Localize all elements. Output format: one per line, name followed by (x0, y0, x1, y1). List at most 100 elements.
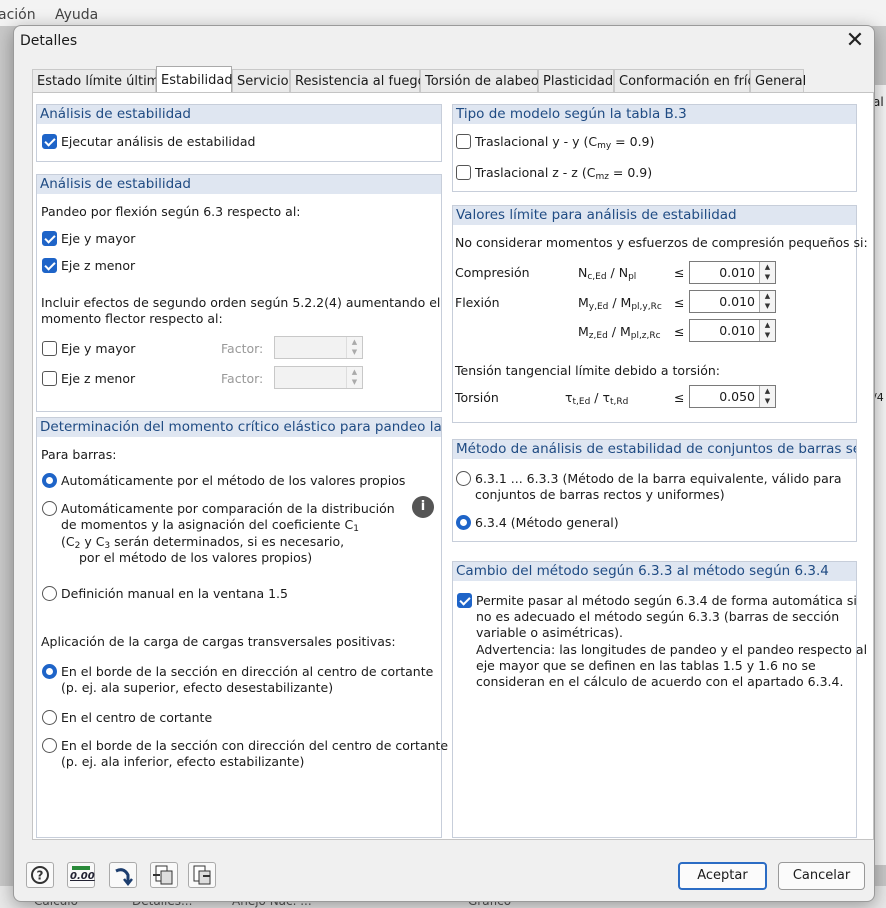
load-top-radio[interactable] (42, 664, 57, 679)
method-change-text: Permite pasar al método según 6.3.4 de f… (476, 593, 857, 608)
flexion-y-formula: My,Ed / Mpl,y,Rc (578, 295, 662, 312)
group-critical-moment: Determinación del momento crítico elásti… (36, 417, 448, 838)
tab-torsion-alabeo[interactable]: Torsión de alabeo (420, 69, 539, 93)
close-icon[interactable]: ✕ (844, 29, 866, 53)
group-title: Tipo de modelo según la tabla B.3 (453, 105, 856, 124)
spinner-arrows-icon[interactable]: ▲ ▼ (759, 386, 775, 407)
help-icon[interactable]: ? (26, 862, 54, 888)
torsion-limit-value[interactable]: 0.050 (719, 389, 755, 404)
tab-content-estabilidad: Análisis de estabilidad Ejecutar análisi… (32, 92, 874, 840)
group-stability-analysis: Análisis de estabilidad Ejecutar análisi… (36, 104, 442, 162)
menu-item-configuracion[interactable]: ación (0, 7, 36, 23)
load-bottom-radio[interactable] (42, 738, 57, 753)
group-stability-axes: Análisis de estabilidad Pandeo por flexi… (36, 174, 442, 412)
dialog-title: Detalles (20, 33, 78, 49)
for-bars-label: Para barras: (41, 447, 117, 462)
torsion-label: Torsión (455, 390, 499, 405)
leq-symbol: ≤ (674, 324, 685, 339)
group-title: Análisis de estabilidad (37, 105, 441, 124)
general-method-radio[interactable] (456, 515, 471, 530)
compression-formula: Nc,Ed / Npl (578, 265, 637, 282)
factor-y-spinner[interactable]: ▲ ▼ (274, 336, 363, 359)
tab-plasticidad[interactable]: Plasticidad (538, 69, 614, 93)
manual-definition-label: Definición manual en la ventana 1.5 (61, 586, 288, 601)
c1-comparison-label: Automáticamente por comparación de la di… (61, 501, 395, 516)
flexion-intro: Pandeo por flexión según 6.3 respecto al… (41, 204, 301, 219)
equivalent-member-label: 6.3.1 ... 6.3.3 (Método de la barra equi… (475, 471, 842, 486)
info-icon[interactable]: i (412, 496, 434, 518)
method-change-text: variable o asimétricas). (476, 625, 623, 640)
dialog-titlebar: Detalles ✕ (14, 26, 874, 60)
tab-estado-limite-ultimo[interactable]: Estado límite último (32, 69, 167, 93)
method-change-warning: Advertencia: las longitudes de pandeo y … (476, 642, 868, 657)
tab-resistencia-fuego[interactable]: Resistencia al fuego (290, 69, 426, 93)
torsion-formula: τt,Ed / τt,Rd (565, 390, 629, 407)
c1-comparison-label: (C2 y C3 serán determinados, si es neces… (61, 534, 345, 551)
tab-general[interactable]: General (750, 69, 806, 93)
sway-y-checkbox[interactable] (456, 134, 471, 149)
load-bottom-label: En el borde de la sección con dirección … (61, 738, 449, 753)
flexion-z-formula: Mz,Ed / Mpl,z,Rc (578, 324, 661, 341)
y-major-checkbox[interactable] (42, 231, 57, 246)
export-document-icon[interactable] (150, 862, 178, 888)
sway-z-checkbox[interactable] (456, 165, 471, 180)
equivalent-member-label: conjuntos de barras rectos y uniformes) (475, 487, 725, 502)
spinner-arrows-icon[interactable]: ▲ ▼ (346, 367, 362, 388)
execute-stability-label: Ejecutar análisis de estabilidad (61, 134, 256, 149)
group-title: Determinación del momento crítico elásti… (37, 418, 441, 437)
factor-z-spinner[interactable]: ▲ ▼ (274, 366, 363, 389)
load-bottom-label: (p. ej. ala inferior, efecto estabilizan… (61, 754, 305, 769)
group-title: Análisis de estabilidad (37, 175, 441, 194)
import-document-icon[interactable] (188, 862, 216, 888)
flexion-z-limit-spinner[interactable]: 0.010 ▲ ▼ (689, 319, 776, 342)
tab-estabilidad[interactable]: Estabilidad (156, 66, 233, 93)
spinner-arrows-icon[interactable]: ▲ ▼ (346, 337, 362, 358)
tab-servicio[interactable]: Servicio (232, 69, 290, 93)
execute-stability-checkbox[interactable] (42, 134, 57, 149)
compression-label: Compresión (455, 265, 530, 280)
torsion-limit-spinner[interactable]: 0.050 ▲ ▼ (689, 385, 776, 408)
group-method-change: Cambio del método según 6.3.3 al método … (452, 561, 867, 838)
group-title: Valores límite para análisis de estabili… (453, 206, 856, 225)
load-top-label: En el borde de la sección en dirección a… (61, 664, 434, 679)
sway-z-label: Traslacional z - z (Cmz = 0.9) (475, 165, 653, 182)
z-minor-checkbox[interactable] (42, 258, 57, 273)
manual-definition-radio[interactable] (42, 586, 57, 601)
method-change-warning: consideran en el cálculo de acuerdo con … (476, 674, 844, 689)
y-major-label: Eje y mayor (61, 231, 136, 246)
c1-comparison-label: por el método de los valores propios) (79, 550, 313, 565)
equivalent-member-radio[interactable] (456, 471, 471, 486)
spinner-arrows-icon[interactable]: ▲ ▼ (759, 262, 775, 283)
group-title: Cambio del método según 6.3.3 al método … (453, 562, 856, 581)
eigenvalue-radio[interactable] (42, 473, 57, 488)
group-analysis-method: Método de análisis de estabilidad de con… (452, 439, 857, 542)
c1-comparison-label: de momentos y la asignación del coeficie… (61, 517, 359, 534)
limit-intro: No considerar momentos y esfuerzos de co… (455, 235, 868, 250)
allow-method-change-checkbox[interactable] (457, 593, 472, 608)
c1-comparison-radio[interactable] (42, 501, 57, 516)
y-major-second-order-checkbox[interactable] (42, 341, 57, 356)
z-minor-second-order-checkbox[interactable] (42, 371, 57, 386)
flexion-y-limit-value[interactable]: 0.010 (719, 294, 755, 309)
load-center-label: En el centro de cortante (61, 710, 213, 725)
load-center-radio[interactable] (42, 710, 57, 725)
eigenvalue-label: Automáticamente por el método de los val… (61, 473, 406, 488)
leq-symbol: ≤ (674, 295, 685, 310)
method-change-text: no es adecuado el método según 6.3.3 (ba… (476, 609, 840, 624)
tab-conformacion-frio[interactable]: Conformación en frío (614, 69, 756, 93)
decimal-places-label: 0.00 (70, 871, 95, 882)
cancel-button[interactable]: Cancelar (778, 862, 865, 890)
ok-button[interactable]: Aceptar (678, 862, 767, 890)
method-change-warning: eje mayor que se definen en las tablas 1… (476, 658, 816, 673)
compression-limit-spinner[interactable]: 0.010 ▲ ▼ (689, 261, 776, 284)
flexion-y-limit-spinner[interactable]: 0.010 ▲ ▼ (689, 290, 776, 313)
group-title: Método de análisis de estabilidad de con… (453, 440, 856, 459)
group-model-type: Tipo de modelo según la tabla B.3 Trasla… (452, 104, 857, 192)
decimal-places-icon[interactable]: 0.00 (67, 862, 95, 888)
spinner-arrows-icon[interactable]: ▲ ▼ (759, 291, 775, 312)
menu-item-ayuda[interactable]: Ayuda (55, 7, 98, 23)
flexion-z-limit-value[interactable]: 0.010 (719, 323, 755, 338)
compression-limit-value[interactable]: 0.010 (719, 265, 755, 280)
undo-arrow-icon[interactable] (109, 862, 137, 888)
spinner-arrows-icon[interactable]: ▲ ▼ (759, 320, 775, 341)
